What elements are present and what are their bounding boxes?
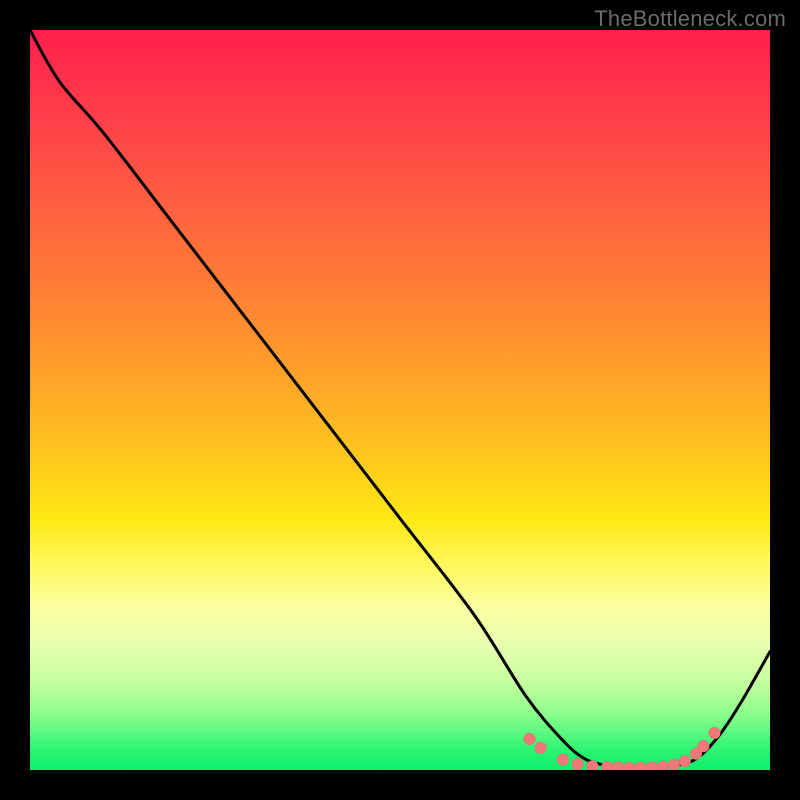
floor-dot bbox=[586, 760, 598, 770]
chart-frame: TheBottleneck.com bbox=[0, 0, 800, 800]
plot-outer bbox=[30, 30, 770, 770]
floor-dot bbox=[612, 761, 624, 770]
floor-dot bbox=[601, 761, 613, 770]
floor-dot bbox=[657, 761, 669, 770]
floor-dot bbox=[646, 761, 658, 770]
floor-dot bbox=[623, 762, 635, 770]
floor-dot bbox=[668, 759, 680, 770]
floor-dot bbox=[557, 754, 569, 766]
floor-dot bbox=[697, 740, 709, 752]
curve-group bbox=[30, 30, 770, 768]
floor-dot bbox=[535, 742, 547, 754]
bottleneck-curve-svg bbox=[30, 30, 770, 770]
bottleneck-curve bbox=[30, 30, 770, 768]
floor-dots-group bbox=[524, 727, 721, 770]
floor-dot bbox=[679, 755, 691, 767]
floor-dot bbox=[572, 758, 584, 770]
watermark-text: TheBottleneck.com bbox=[594, 6, 786, 32]
floor-dot bbox=[524, 733, 536, 745]
floor-dot bbox=[635, 762, 647, 770]
floor-dot bbox=[709, 727, 721, 739]
